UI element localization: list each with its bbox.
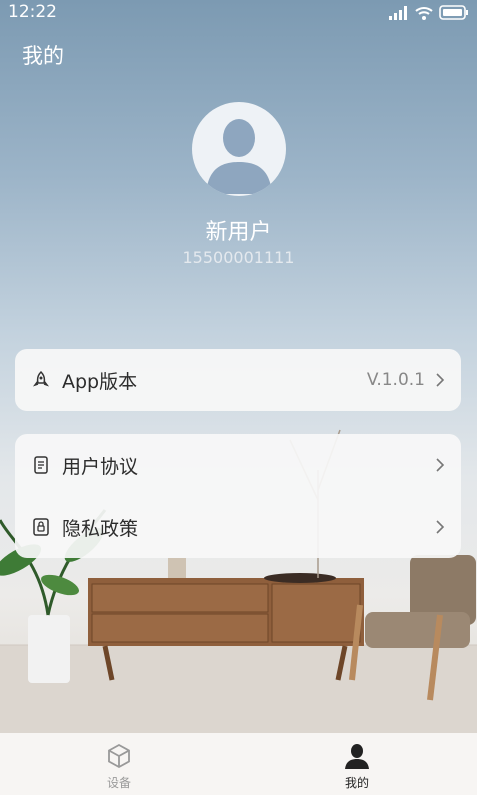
person-silhouette-icon [206,119,272,194]
phone-number: 15500001111 [182,248,295,267]
battery-icon [439,5,468,20]
privacy-policy-row[interactable]: 隐私政策 [15,496,461,558]
privacy-policy-label: 隐私政策 [62,517,139,540]
status-bar: 12:22 [0,0,477,26]
username: 新用户 [205,220,272,245]
app-version-label: App版本 [62,370,138,393]
avatar[interactable] [192,102,286,196]
person-icon [345,744,369,769]
legal-card: 用户协议 隐私政策 [15,434,461,558]
user-agreement-row[interactable]: 用户协议 [15,434,461,496]
status-time: 12:22 [8,2,57,22]
tab-bar: 设备 我的 [0,733,477,795]
signal-icon [389,5,407,20]
chevron-right-icon [436,520,445,534]
cube-icon [108,743,130,769]
status-icons [389,5,469,20]
app-version-value: V.1.0.1 [366,370,425,390]
tab-mine[interactable]: 我的 [238,733,476,795]
document-icon [34,456,48,474]
chevron-right-icon [436,373,445,387]
chevron-right-icon [436,458,445,472]
wifi-icon [415,6,433,20]
tab-devices[interactable]: 设备 [0,733,238,795]
app-version-row[interactable]: App版本 V.1.0.1 [15,349,461,411]
page-title: 我的 [22,44,64,68]
tab-mine-label: 我的 [344,776,369,790]
user-agreement-label: 用户协议 [62,455,139,478]
tab-devices-label: 设备 [106,776,131,790]
rocket-icon [32,370,50,387]
app-version-card: App版本 V.1.0.1 [15,349,461,411]
lock-icon [33,518,49,536]
